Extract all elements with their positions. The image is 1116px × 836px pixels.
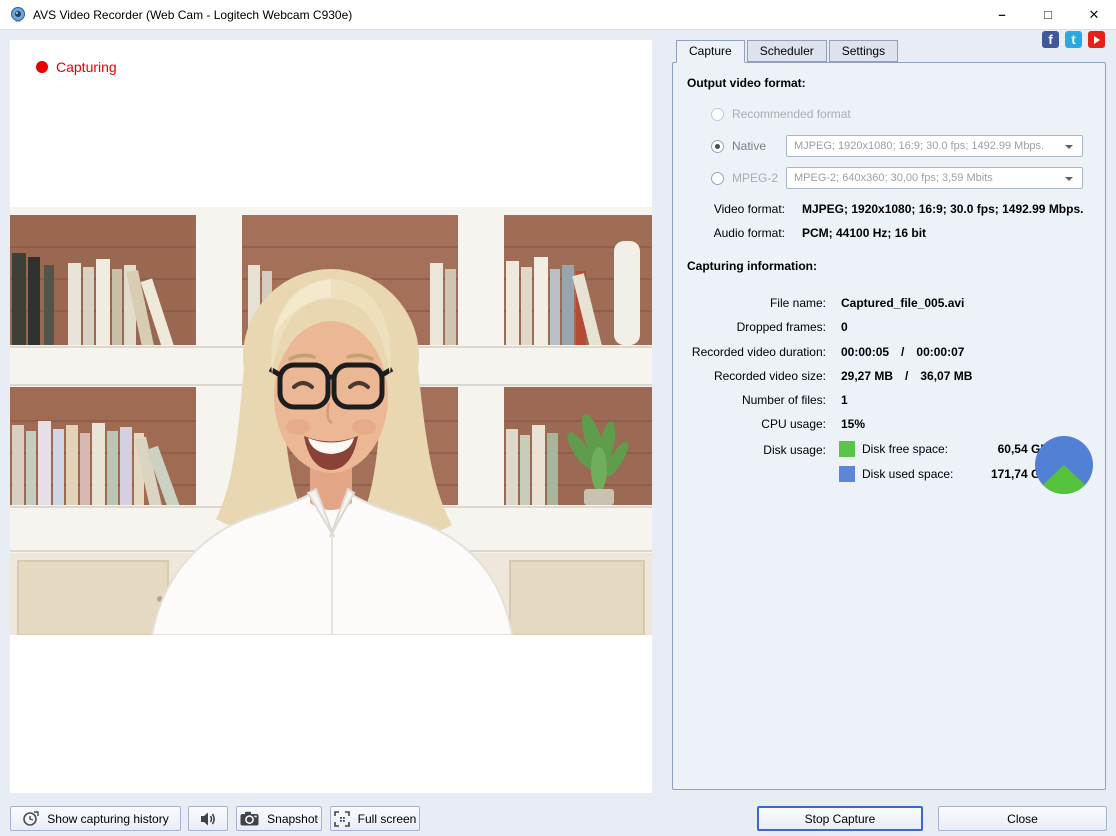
close-button[interactable]: Close [938, 806, 1107, 831]
video-format-label: Video format: [687, 202, 785, 216]
audio-format-row: Audio format: PCM; 44100 Hz; 16 bit [687, 226, 926, 240]
tab-bar: Capture Scheduler Settings [676, 40, 900, 63]
disk-usage-legend: Disk free space: 60,54 GB Disk used spac… [839, 440, 1049, 490]
stop-capture-button[interactable]: Stop Capture [757, 806, 923, 831]
video-format-row: Video format: MJPEG; 1920x1080; 16:9; 30.… [687, 202, 1083, 216]
play-triangle-icon [1094, 36, 1100, 44]
row-label: Recorded video size: [687, 369, 826, 383]
row-value: 00:00:05 [841, 345, 889, 359]
app-window: AVS Video Recorder (Web Cam - Logitech W… [0, 0, 1116, 836]
row-separator: / [901, 345, 904, 359]
chevron-down-icon [1065, 145, 1073, 149]
close-window-button[interactable]: ✕ [1072, 0, 1116, 30]
file-name-row: File name: Captured_file_005.avi [687, 296, 964, 310]
radio-circle-icon[interactable] [711, 140, 724, 153]
maximize-button[interactable]: □ [1026, 0, 1070, 30]
radio-mpeg2[interactable]: MPEG-2 [711, 171, 778, 185]
legend-item-used: Disk used space: 171,74 GB [839, 465, 1049, 482]
radio-recommended-format[interactable]: Recommended format [711, 107, 851, 121]
tab-scheduler[interactable]: Scheduler [747, 40, 827, 62]
video-format-value: MJPEG; 1920x1080; 16:9; 30.0 fps; 1492.9… [802, 202, 1083, 216]
row-label: CPU usage: [687, 417, 826, 431]
disk-usage-row: Disk usage: [687, 443, 826, 457]
youtube-icon[interactable] [1088, 31, 1105, 48]
dropdown-value: MPEG-2; 640x360; 30,00 fps; 3,59 Mbits [794, 172, 993, 184]
radio-circle-icon[interactable] [711, 108, 724, 121]
row-value: 15% [841, 417, 865, 431]
disk-usage-label: Disk usage: [687, 443, 826, 457]
facebook-icon[interactable]: f [1042, 31, 1059, 48]
bottom-toolbar: Show capturing history Snapshot [0, 795, 1116, 836]
capturing-indicator: Capturing [36, 59, 117, 75]
free-space-swatch-icon [839, 441, 855, 457]
camera-icon [240, 811, 259, 826]
show-capturing-history-button[interactable]: Show capturing history [10, 806, 181, 831]
audio-format-label: Audio format: [687, 226, 785, 240]
row-label: File name: [687, 296, 826, 310]
number-of-files-row: Number of files: 1 [687, 393, 848, 407]
radio-label: Recommended format [732, 107, 851, 121]
snapshot-button[interactable]: Snapshot [236, 806, 322, 831]
app-icon [9, 6, 27, 24]
row-label: Recorded video duration: [687, 345, 826, 359]
row-value: 29,27 MB [841, 369, 893, 383]
output-format-heading: Output video format: [687, 76, 806, 90]
video-preview-area: Capturing [10, 40, 652, 793]
row-value: 0 [841, 320, 848, 334]
used-space-swatch-icon [839, 466, 855, 482]
twitter-icon[interactable]: t [1065, 31, 1082, 48]
row-value: Captured_file_005.avi [841, 296, 964, 310]
titlebar: AVS Video Recorder (Web Cam - Logitech W… [0, 0, 1116, 30]
speaker-icon [199, 811, 217, 827]
capturing-status-label: Capturing [56, 59, 117, 75]
radio-circle-icon[interactable] [711, 172, 724, 185]
native-format-dropdown[interactable]: MJPEG; 1920x1080; 16:9; 30.0 fps; 1492.9… [786, 135, 1083, 157]
radio-label: Native [732, 139, 766, 153]
disk-usage-pie [1035, 436, 1093, 494]
tab-settings[interactable]: Settings [829, 40, 898, 62]
recorded-duration-row: Recorded video duration: 00:00:05 / 00:00:0… [687, 345, 964, 359]
webcam-video-frame [10, 207, 652, 635]
recording-dot-icon [36, 61, 48, 73]
dropped-frames-row: Dropped frames: 0 [687, 320, 848, 334]
button-label: Snapshot [267, 812, 318, 826]
capture-tab-panel: Output video format: Recommended format … [672, 62, 1106, 790]
tab-capture[interactable]: Capture [676, 40, 745, 63]
cpu-usage-row: CPU usage: 15% [687, 417, 865, 431]
row-label: Dropped frames: [687, 320, 826, 334]
minimize-button[interactable]: – [980, 0, 1024, 30]
window-title: AVS Video Recorder (Web Cam - Logitech W… [33, 8, 352, 22]
legend-label: Disk used space: [862, 467, 953, 481]
row-value2: 36,07 MB [920, 369, 972, 383]
row-value: 1 [841, 393, 848, 407]
button-label: Show capturing history [47, 812, 168, 826]
dropdown-value: MJPEG; 1920x1080; 16:9; 30.0 fps; 1492.9… [794, 140, 1044, 152]
capturing-info-heading: Capturing information: [687, 259, 817, 273]
radio-native[interactable]: Native [711, 139, 766, 153]
legend-label: Disk free space: [862, 442, 948, 456]
social-links: f t [1042, 31, 1105, 48]
full-screen-button[interactable]: Full screen [330, 806, 420, 831]
mute-button[interactable] [188, 806, 228, 831]
audio-format-value: PCM; 44100 Hz; 16 bit [802, 226, 926, 240]
recorded-size-row: Recorded video size: 29,27 MB / 36,07 MB [687, 369, 972, 383]
row-label: Number of files: [687, 393, 826, 407]
history-icon [22, 810, 39, 827]
row-separator: / [905, 369, 908, 383]
row-value2: 00:00:07 [916, 345, 964, 359]
legend-item-free: Disk free space: 60,54 GB [839, 440, 1049, 457]
fullscreen-icon [334, 811, 350, 827]
chevron-down-icon [1065, 177, 1073, 181]
button-label: Full screen [358, 812, 417, 826]
mpeg2-format-dropdown[interactable]: MPEG-2; 640x360; 30,00 fps; 3,59 Mbits [786, 167, 1083, 189]
radio-label: MPEG-2 [732, 171, 778, 185]
